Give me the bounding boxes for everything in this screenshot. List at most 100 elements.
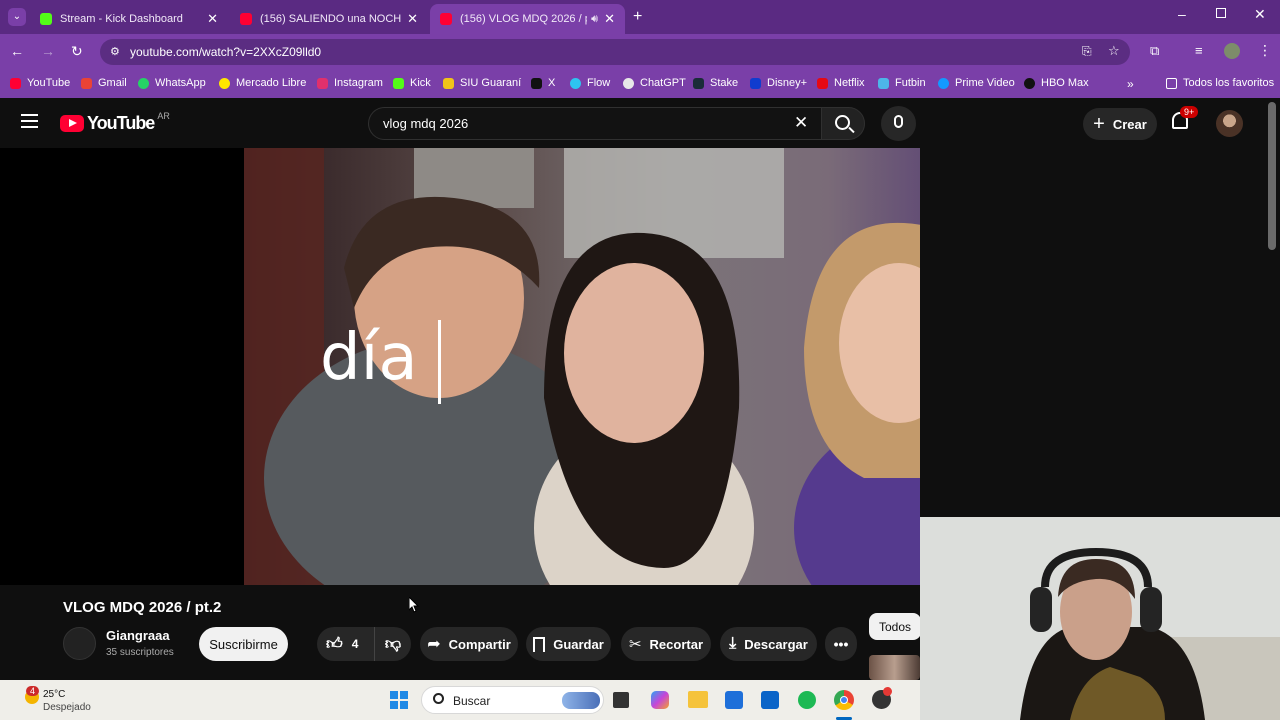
microsoft-store-icon[interactable] xyxy=(725,691,743,709)
bookmark-instagram[interactable]: Instagram xyxy=(317,77,383,89)
create-button[interactable]: + Crear xyxy=(1083,108,1157,140)
close-tab-icon[interactable]: ✕ xyxy=(207,11,218,27)
tab-search-button[interactable]: ⌄ xyxy=(8,8,26,26)
more-actions-button[interactable]: ••• xyxy=(825,627,857,661)
windows-taskbar: 4 25°C Despejado Buscar xyxy=(0,680,920,720)
filter-chip-all[interactable]: Todos xyxy=(869,613,921,640)
avatar[interactable] xyxy=(1216,110,1243,137)
taskbar-search[interactable]: Buscar xyxy=(421,686,604,714)
bookmark-x[interactable]: X xyxy=(531,77,555,89)
search-button[interactable] xyxy=(821,107,865,140)
weather-widget[interactable]: 4 25°C Despejado xyxy=(25,686,105,716)
browser-menu-icon[interactable]: ⋮ xyxy=(1258,42,1272,59)
youtube-favicon-icon xyxy=(440,13,452,25)
search-input[interactable]: vlog mdq 2026 ✕ xyxy=(368,107,821,140)
bookmark-gmail[interactable]: Gmail xyxy=(81,77,127,89)
hbo-max-icon xyxy=(1024,77,1035,89)
hamburger-menu-icon[interactable] xyxy=(21,114,38,128)
bookmark-youtube[interactable]: YouTube xyxy=(10,77,70,89)
chrome-icon[interactable] xyxy=(834,690,854,710)
folder-icon xyxy=(1166,77,1177,89)
tab-title: Stream - Kick Dashboard xyxy=(60,13,183,25)
clear-search-icon[interactable]: ✕ xyxy=(794,113,808,133)
task-view-icon[interactable] xyxy=(613,692,629,708)
bookmark-siu-guarani[interactable]: SIU Guaraní xyxy=(443,77,521,89)
app-icon[interactable] xyxy=(872,687,892,709)
video-info-section: VLOG MDQ 2026 / pt.2 Giangraaa 35 suscri… xyxy=(0,585,921,685)
scissors-icon: ✂ xyxy=(628,636,642,653)
bookmark-mercado-libre[interactable]: Mercado Libre xyxy=(219,77,306,89)
bookmark-stake[interactable]: Stake xyxy=(693,77,738,89)
mercado-libre-icon xyxy=(219,77,230,89)
bookmark-netflix[interactable]: Netflix xyxy=(817,77,865,89)
webcam-scene xyxy=(920,517,1280,720)
reading-list-icon[interactable]: ≡ xyxy=(1195,43,1203,58)
search-icon xyxy=(433,693,444,704)
share-arrow-icon: ➦ xyxy=(427,636,441,653)
copilot-icon[interactable] xyxy=(651,691,669,709)
new-tab-button[interactable]: + xyxy=(633,8,642,26)
file-explorer-icon[interactable] xyxy=(688,691,708,708)
bookmark-star-icon[interactable]: ☆ xyxy=(1108,43,1120,59)
weather-badge: 4 xyxy=(26,686,40,696)
bookmark-futbin[interactable]: Futbin xyxy=(878,77,926,89)
recommended-thumbnail[interactable] xyxy=(869,655,920,680)
all-bookmarks-folder[interactable]: Todos los favoritos xyxy=(1166,77,1274,89)
more-horizontal-icon: ••• xyxy=(833,636,849,652)
spotify-icon[interactable] xyxy=(798,691,816,709)
minimize-window-button[interactable]: – xyxy=(1178,6,1186,22)
like-count: 4 xyxy=(351,637,359,651)
youtube-logo[interactable]: YouTube AR xyxy=(60,111,170,134)
close-window-button[interactable]: ✕ xyxy=(1254,6,1266,23)
dislike-button[interactable]: 👎︎ xyxy=(375,627,411,661)
install-app-icon[interactable]: ⎘ xyxy=(1082,44,1092,59)
webcam-overlay xyxy=(920,517,1280,720)
bookmark-whatsapp[interactable]: WhatsApp xyxy=(138,77,206,89)
extensions-icon[interactable]: ⧉ xyxy=(1150,43,1159,59)
tab-vlog-mdq[interactable]: (156) VLOG MDQ 2026 / pt. 🔊︎ ✕ xyxy=(430,4,625,34)
tab-saliendo[interactable]: (156) SALIENDO una NOCHE de ✕ xyxy=(230,4,428,34)
kick-icon xyxy=(393,77,404,89)
channel-name[interactable]: Giangraaa xyxy=(106,628,170,643)
reload-button[interactable]: ↻ xyxy=(71,43,83,60)
whatsapp-icon xyxy=(138,77,149,89)
profile-avatar[interactable] xyxy=(1224,43,1240,59)
bookmarks-bar: YouTube Gmail WhatsApp Mercado Libre Ins… xyxy=(0,70,1280,98)
youtube-favicon-icon xyxy=(240,13,252,25)
notifications-button[interactable]: 9+ xyxy=(1172,106,1199,129)
more-bookmarks-icon[interactable]: » xyxy=(1127,77,1134,91)
bookmark-disney-plus[interactable]: Disney+ xyxy=(750,77,807,89)
url-text: youtube.com/watch?v=2XXcZ09lld0 xyxy=(130,45,322,59)
bookmark-chatgpt[interactable]: ChatGPT xyxy=(623,77,686,89)
video-player[interactable]: día xyxy=(0,148,920,585)
save-button[interactable]: Guardar xyxy=(526,627,611,661)
site-info-icon[interactable]: ⚙ xyxy=(110,45,120,58)
outlook-icon[interactable] xyxy=(761,691,779,709)
address-bar[interactable]: ⚙ youtube.com/watch?v=2XXcZ09lld0 ⎘ ☆ xyxy=(100,39,1130,65)
mouse-cursor-icon xyxy=(409,597,420,613)
browser-toolbar: ← → ↻ ⚙ youtube.com/watch?v=2XXcZ09lld0 … xyxy=(0,34,1280,70)
voice-search-button[interactable] xyxy=(881,106,916,141)
close-tab-icon[interactable]: ✕ xyxy=(407,11,418,27)
bookmark-kick[interactable]: Kick xyxy=(393,77,431,89)
clip-button[interactable]: ✂ Recortar xyxy=(621,627,711,661)
share-button[interactable]: ➦ Compartir xyxy=(420,627,518,661)
prime-video-icon xyxy=(938,77,949,89)
start-button[interactable] xyxy=(390,691,408,709)
download-button[interactable]: ⤓ Descargar xyxy=(720,627,817,661)
subscribe-button[interactable]: Suscribirme xyxy=(199,627,288,661)
forward-button[interactable]: → xyxy=(41,43,55,59)
close-tab-icon[interactable]: ✕ xyxy=(604,11,615,27)
like-button[interactable]: 👍︎ 4 xyxy=(317,627,375,661)
bookmark-icon xyxy=(533,636,546,652)
back-button[interactable]: ← xyxy=(10,43,24,59)
bookmark-hbo-max[interactable]: HBO Max xyxy=(1024,77,1089,89)
bookmark-flow[interactable]: Flow xyxy=(570,77,610,89)
bookmark-prime-video[interactable]: Prime Video xyxy=(938,77,1015,89)
thumbs-down-icon: 👎︎ xyxy=(384,635,402,653)
tab-kick-dashboard[interactable]: Stream - Kick Dashboard ✕ xyxy=(30,4,228,34)
audio-playing-icon[interactable]: 🔊︎ xyxy=(591,13,598,26)
page-scrollbar[interactable] xyxy=(1268,102,1276,250)
channel-avatar[interactable] xyxy=(63,627,96,660)
restore-window-button[interactable] xyxy=(1216,8,1226,18)
